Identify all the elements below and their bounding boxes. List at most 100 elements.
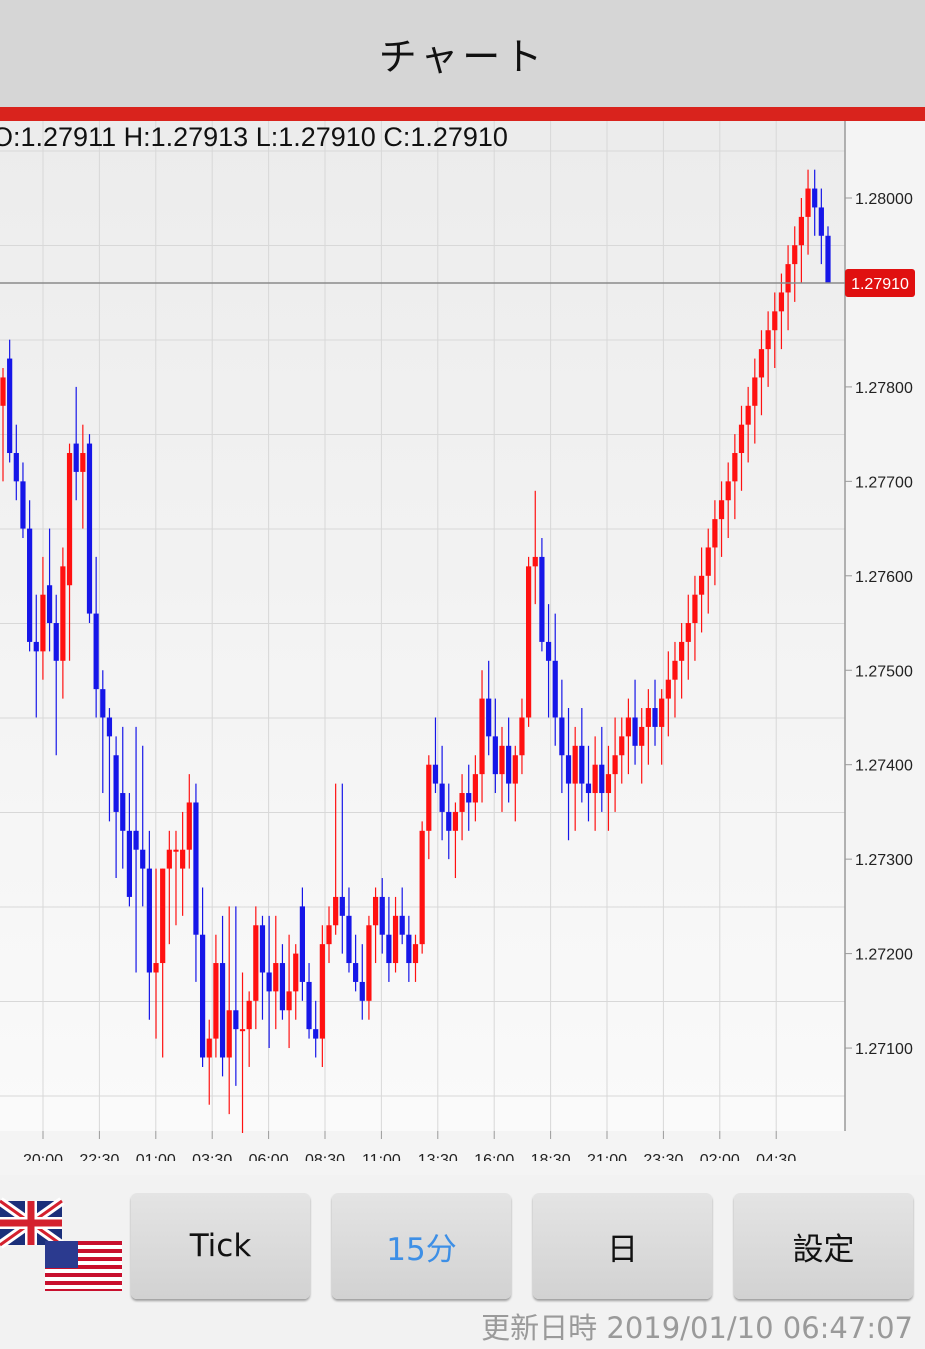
candle-body	[80, 453, 86, 472]
candle-body	[412, 944, 419, 964]
candle-body	[186, 802, 192, 850]
settings-button[interactable]: 設定	[734, 1193, 913, 1299]
candle-body	[738, 424, 745, 454]
candle-body	[372, 896, 379, 926]
candle-body	[299, 906, 305, 982]
x-tick-label: 13:30	[418, 1152, 458, 1161]
15min-button[interactable]: 15分	[332, 1193, 511, 1299]
x-tick-label: 22:30	[79, 1152, 119, 1161]
candle-body	[246, 1000, 252, 1030]
candle-body	[812, 188, 818, 208]
candle-body	[226, 1010, 232, 1058]
candle-body	[605, 774, 612, 794]
candle-body	[519, 717, 525, 756]
candle-body	[46, 585, 53, 624]
candle-body	[33, 641, 39, 652]
candle-body	[319, 944, 325, 1039]
us-flag-icon	[45, 1241, 122, 1291]
y-tick-label: 1.27200	[855, 947, 913, 964]
candle-body	[625, 717, 632, 737]
candle-body	[60, 566, 66, 661]
candle-body	[565, 755, 572, 784]
x-tick-label: 18:30	[531, 1152, 571, 1161]
candle-body	[199, 934, 206, 1058]
x-tick-label: 08:30	[305, 1152, 345, 1161]
candle-body	[685, 623, 691, 642]
y-tick-label: 1.27400	[855, 758, 913, 775]
candle-body	[452, 811, 459, 831]
accent-bar	[0, 107, 925, 121]
candle-body	[106, 717, 113, 737]
candle-body	[758, 349, 765, 378]
currency-pair-flags[interactable]	[0, 1195, 125, 1295]
candle-body	[146, 868, 152, 973]
candle-body	[432, 764, 439, 784]
candle-body	[439, 783, 445, 812]
candle-body	[532, 556, 538, 567]
candle-body	[705, 547, 711, 576]
x-tick-label: 23:30	[643, 1152, 683, 1161]
candle-body	[698, 575, 705, 595]
candle-body	[778, 292, 785, 312]
candle-body	[765, 330, 771, 350]
candle-body	[426, 764, 432, 831]
candle-body	[785, 264, 791, 293]
candle-body	[672, 660, 678, 680]
candle-body	[446, 811, 452, 831]
uk-flag-icon	[0, 1197, 65, 1249]
candle-body	[665, 679, 671, 699]
candle-body	[399, 915, 405, 935]
candle-body	[153, 963, 159, 973]
x-tick-label: 20:00	[23, 1152, 63, 1161]
x-tick-label: 21:00	[587, 1152, 627, 1161]
candle-body	[725, 481, 731, 501]
candle-body	[772, 311, 778, 331]
y-tick-label: 1.28000	[855, 191, 913, 208]
candle-body	[219, 963, 226, 1058]
candle-body	[73, 443, 79, 472]
candle-body	[472, 774, 478, 803]
candle-body	[279, 963, 286, 1011]
candle-body	[40, 594, 46, 652]
candle-body	[492, 736, 498, 775]
candle-body	[366, 925, 372, 1001]
candle-body	[233, 1010, 239, 1030]
candle-body	[392, 915, 399, 964]
candle-body	[120, 793, 126, 831]
candle-body	[353, 963, 359, 982]
y-tick-label: 1.27100	[855, 1041, 913, 1058]
candle-body	[326, 925, 332, 945]
candle-body	[466, 793, 472, 803]
candle-body	[539, 556, 545, 642]
y-tick-label: 1.27700	[855, 474, 913, 491]
candle-body	[552, 660, 558, 718]
candle-body	[140, 849, 146, 869]
candle-body	[100, 689, 106, 718]
y-tick-label: 1.27600	[855, 569, 913, 586]
candle-body	[619, 736, 625, 756]
candle-body	[273, 963, 279, 992]
plot-background	[0, 121, 845, 1131]
candle-body	[679, 641, 685, 661]
candlestick-chart[interactable]: 1.28000 1.27800 1.27700 1.27600 1.27500 1.274…	[0, 121, 925, 1169]
tick-button[interactable]: Tick	[131, 1193, 310, 1299]
candle-body	[86, 443, 93, 614]
candle-body	[286, 991, 292, 1011]
daily-button[interactable]: 日	[533, 1193, 712, 1299]
candle-body	[652, 708, 658, 727]
candle-body	[545, 641, 552, 661]
candle-body	[406, 934, 412, 964]
candle-body	[732, 453, 738, 482]
candle-body	[479, 698, 485, 775]
x-tick-label: 16:00	[474, 1152, 514, 1161]
x-tick-label: 04:30	[756, 1152, 796, 1161]
candle-body	[173, 849, 179, 852]
candle-body	[259, 925, 266, 973]
candle-body	[160, 868, 166, 964]
candle-body	[632, 717, 638, 746]
candle-body	[818, 207, 824, 236]
candle-body	[798, 216, 804, 246]
candle-body	[306, 981, 312, 1030]
chart-svg[interactable]: 1.28000 1.27800 1.27700 1.27600 1.27500 1.274…	[0, 121, 925, 1169]
x-tick-label: 03:30	[192, 1152, 232, 1161]
